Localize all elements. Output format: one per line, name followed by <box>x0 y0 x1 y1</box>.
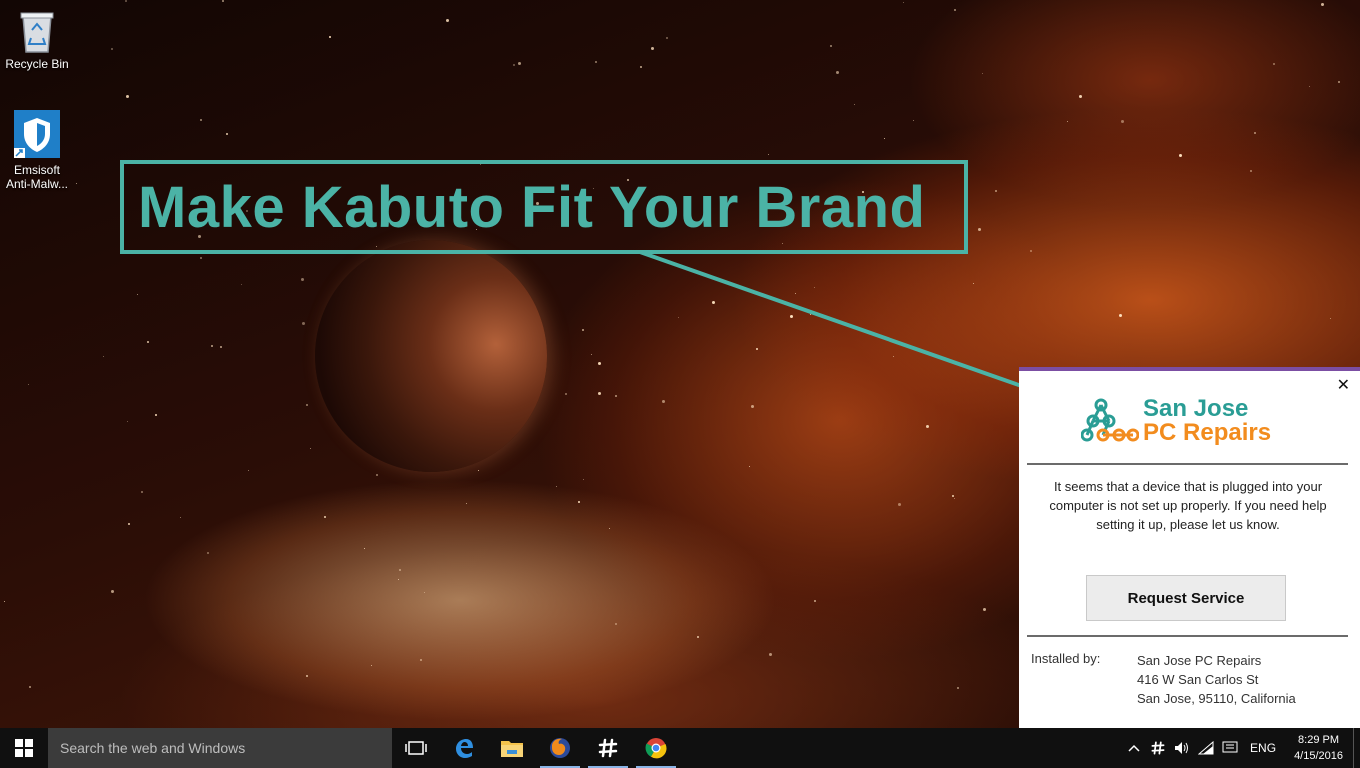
task-view-button[interactable] <box>392 728 440 768</box>
slack-tray-icon[interactable] <box>1146 728 1170 768</box>
windows-logo-icon <box>15 739 33 757</box>
volume-icon[interactable] <box>1170 728 1194 768</box>
start-button[interactable] <box>0 728 48 768</box>
action-center-icon[interactable] <box>1218 728 1242 768</box>
installer-city: San Jose, 95110, California <box>1137 691 1296 706</box>
molecule-logo-icon <box>1081 398 1139 442</box>
chrome-icon <box>645 738 667 759</box>
system-tray: ENG 8:29 PM 4/15/2016 <box>1122 728 1360 768</box>
installer-street: 416 W San Carlos St <box>1137 672 1259 687</box>
taskbar: Search the web and Windows ENG 8:29 PM 4… <box>0 728 1360 768</box>
close-icon[interactable]: ✕ <box>1337 375 1350 395</box>
search-placeholder: Search the web and Windows <box>60 740 246 756</box>
clock[interactable]: 8:29 PM 4/15/2016 <box>1284 732 1353 764</box>
taskbar-slack[interactable] <box>584 728 632 768</box>
clock-time: 8:29 PM <box>1298 734 1340 746</box>
chevron-up-icon[interactable] <box>1122 728 1146 768</box>
brand-logo: San Jose PC Repairs <box>1081 393 1301 449</box>
edge-icon <box>456 739 473 758</box>
task-view-icon <box>405 741 427 755</box>
input-language-indicator[interactable]: ENG <box>1242 741 1284 755</box>
taskbar-firefox[interactable] <box>536 728 584 768</box>
clock-date: 4/15/2016 <box>1294 750 1343 762</box>
wifi-icon[interactable] <box>1194 728 1218 768</box>
taskbar-edge[interactable] <box>440 728 488 768</box>
installed-by-label: Installed by: <box>1031 651 1101 666</box>
search-input[interactable]: Search the web and Windows <box>48 728 392 768</box>
divider <box>1027 463 1348 465</box>
request-service-button[interactable]: Request Service <box>1086 575 1286 621</box>
taskbar-chrome[interactable] <box>632 728 680 768</box>
notification-popup: ✕ San Jose PC Repairs It seems that a de… <box>1019 367 1360 728</box>
brand-name-line2: PC Repairs <box>1143 419 1272 446</box>
taskbar-file-explorer[interactable] <box>488 728 536 768</box>
firefox-icon <box>550 738 570 758</box>
folder-icon <box>501 741 523 757</box>
divider <box>1027 635 1348 637</box>
show-desktop-button[interactable] <box>1353 728 1360 768</box>
slack-icon <box>598 738 618 758</box>
installer-details: San Jose PC Repairs 416 W San Carlos St … <box>1137 651 1296 708</box>
installer-name: San Jose PC Repairs <box>1137 653 1262 668</box>
device-message: It seems that a device that is plugged i… <box>1049 479 1327 532</box>
